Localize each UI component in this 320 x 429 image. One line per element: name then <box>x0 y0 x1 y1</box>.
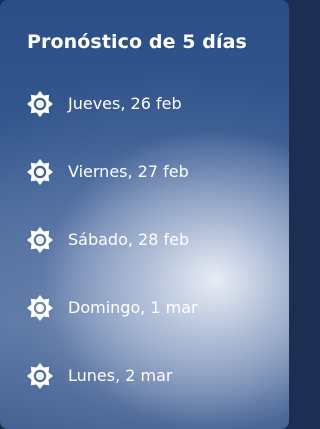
forecast-day-label: Sábado, 28 feb <box>68 230 190 249</box>
forecast-day-row[interactable]: Jueves, 26 feb <box>0 90 289 158</box>
sun-icon <box>27 295 53 321</box>
forecast-day-row[interactable]: Lunes, 2 mar <box>0 362 289 429</box>
forecast-list: Jueves, 26 feb Viernes, 27 feb Sábado, 2… <box>0 90 289 429</box>
forecast-panel: Pronóstico de 5 días Jueves, 26 feb Vier… <box>0 0 289 429</box>
forecast-day-row[interactable]: Domingo, 1 mar <box>0 294 289 362</box>
forecast-day-label: Domingo, 1 mar <box>68 298 198 317</box>
sun-icon <box>27 159 53 185</box>
forecast-day-label: Jueves, 26 feb <box>68 94 182 113</box>
forecast-day-row[interactable]: Sábado, 28 feb <box>0 226 289 294</box>
sun-icon <box>27 91 53 117</box>
forecast-day-label: Lunes, 2 mar <box>68 366 173 385</box>
forecast-day-label: Viernes, 27 feb <box>68 162 189 181</box>
forecast-day-row[interactable]: Viernes, 27 feb <box>0 158 289 226</box>
sun-icon <box>27 227 53 253</box>
sun-icon <box>27 363 53 389</box>
forecast-title: Pronóstico de 5 días <box>27 31 247 53</box>
